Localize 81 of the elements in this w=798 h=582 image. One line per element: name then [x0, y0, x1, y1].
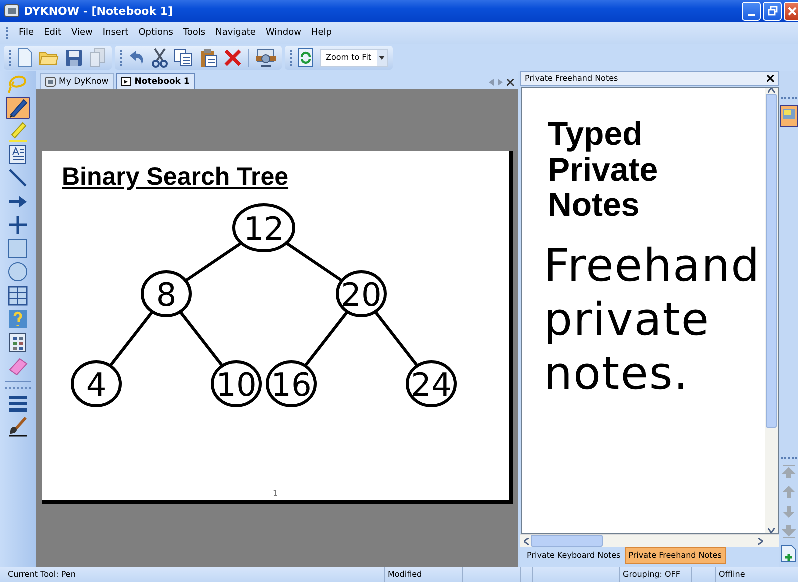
- tree-edge: [374, 310, 420, 368]
- previous-tab-icon: [489, 79, 494, 86]
- pane-title: Private Freehand Notes: [525, 74, 618, 83]
- notebook-icon: [120, 76, 132, 86]
- projector-icon: [255, 48, 277, 68]
- table-tool[interactable]: [6, 284, 30, 307]
- plus-tool[interactable]: [6, 214, 30, 236]
- minimize-icon: [748, 14, 755, 16]
- tree-edge: [285, 242, 344, 282]
- tree-node: 24: [406, 360, 457, 408]
- scrollbar-thumb[interactable]: [531, 535, 603, 547]
- menu-item[interactable]: Window: [260, 26, 306, 40]
- menu-item[interactable]: Navigate: [210, 26, 261, 40]
- current-tool-status: Current Tool: Pen: [7, 569, 77, 581]
- menu-item[interactable]: Edit: [39, 26, 66, 40]
- menu-item[interactable]: Insert: [98, 26, 134, 40]
- typed-notes: Typed Private Notes: [548, 116, 660, 223]
- slide-title: Binary Search Tree: [62, 163, 289, 192]
- add-page-icon: [780, 545, 796, 563]
- menu-item[interactable]: Help: [306, 26, 337, 40]
- pen-tool[interactable]: [6, 96, 30, 119]
- gripper-handle[interactable]: [5, 380, 31, 388]
- tree-node: 4: [71, 360, 122, 408]
- move-up-icon: [782, 485, 796, 499]
- brush-tool[interactable]: [6, 415, 30, 438]
- note-icon: [780, 105, 798, 127]
- caret-icon: [378, 56, 385, 60]
- document-tab[interactable]: Notebook 1: [116, 73, 195, 89]
- menu-item[interactable]: Options: [134, 26, 178, 40]
- connection-status: Offline: [715, 567, 798, 582]
- handwritten-notes: Freehand private notes.: [544, 238, 762, 401]
- move-top-icon: [782, 465, 796, 479]
- tree-node: 10: [211, 360, 262, 408]
- tree-node: 8: [141, 270, 192, 318]
- document-tab[interactable]: My DyKnow: [40, 73, 114, 89]
- tree-edge: [304, 310, 350, 368]
- page-number: 1: [272, 489, 278, 498]
- scrollbar-thumb[interactable]: [766, 94, 777, 428]
- tree-node: 20: [336, 270, 387, 318]
- move-bottom-icon: [782, 525, 796, 539]
- tree-edge: [108, 310, 154, 368]
- scroll-right-icon: [758, 538, 763, 544]
- delete-icon: [224, 48, 242, 66]
- zoom-dropdown[interactable]: Zoom to Fit: [320, 48, 388, 66]
- minimize-button[interactable]: [742, 2, 761, 20]
- scroll-up-icon: [768, 88, 775, 93]
- scissors-icon: [152, 48, 168, 68]
- menu-item[interactable]: View: [66, 26, 98, 40]
- rectangle-tool[interactable]: [6, 238, 30, 260]
- close-button[interactable]: [784, 2, 798, 20]
- next-tab-icon: [498, 79, 503, 86]
- scroll-down-icon: [768, 528, 775, 533]
- app-logo-icon: [4, 4, 20, 18]
- grouping-status: Grouping: OFF: [619, 567, 691, 582]
- paste-icon: [200, 48, 218, 68]
- close-icon: [786, 6, 796, 16]
- tree-edge: [178, 310, 224, 368]
- tree-edge: [184, 242, 243, 282]
- document-icon: [89, 48, 107, 68]
- undo-icon: [128, 48, 146, 66]
- folder-icon: [39, 50, 59, 66]
- close-icon: [767, 75, 774, 82]
- copy-icon: [174, 48, 194, 66]
- refresh-document-icon: [298, 48, 314, 68]
- restore-button[interactable]: [763, 2, 782, 20]
- app-logo-icon: [45, 76, 56, 86]
- move-down-icon: [782, 505, 796, 519]
- pane-tab[interactable]: Private Keyboard Notes: [523, 547, 625, 564]
- scroll-left-icon: [524, 538, 529, 544]
- window-title: DYKNOW - [Notebook 1]: [24, 4, 174, 18]
- save-icon: [65, 48, 83, 66]
- menu-item[interactable]: File: [14, 26, 40, 40]
- circle-tool[interactable]: [6, 261, 30, 284]
- close-icon: [507, 79, 514, 86]
- new-document-icon: [17, 48, 33, 68]
- tree-node: 16: [266, 360, 317, 408]
- menu-item[interactable]: Tools: [178, 26, 211, 40]
- tree-node: 12: [232, 204, 296, 252]
- restore-icon: [768, 6, 778, 16]
- pane-tab[interactable]: Private Freehand Notes: [624, 547, 726, 564]
- modified-status: Modified: [384, 567, 462, 582]
